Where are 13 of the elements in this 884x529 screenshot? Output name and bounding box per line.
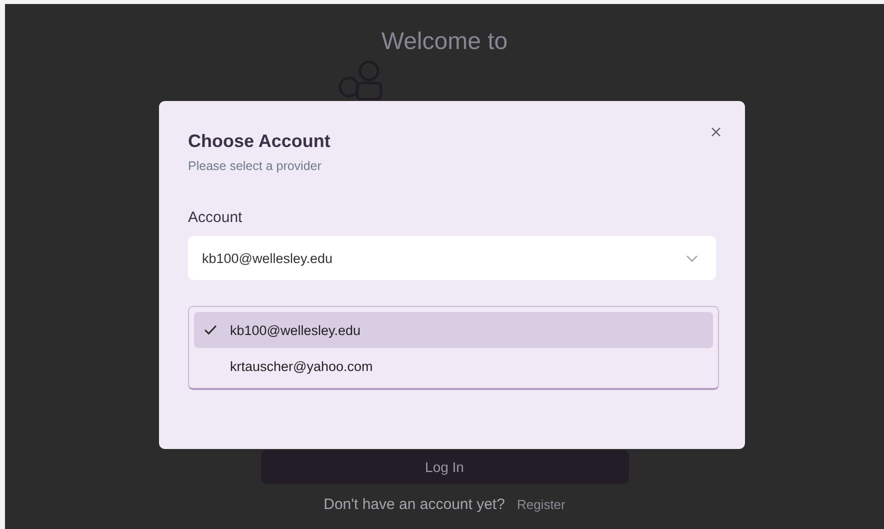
register-link[interactable]: Register	[516, 497, 566, 512]
dialog-subtitle: Please select a provider	[188, 159, 322, 173]
field-label: Account	[188, 209, 244, 226]
chevron-icon	[686, 254, 698, 262]
dialog-title: Choose Account	[188, 131, 332, 152]
welcome-heading: Welcome to	[381, 28, 508, 56]
register-prompt: Don't have an account yet?	[324, 496, 505, 513]
dropdown-option[interactable]: krtauscher@yahoo.com	[194, 348, 713, 384]
account-dropdown[interactable]: kb100@wellesley.edu	[188, 236, 716, 280]
close-icon[interactable]	[709, 125, 723, 139]
dropdown-option[interactable]: kb100@wellesley.edu	[194, 312, 713, 348]
login-button[interactable]: Log In	[260, 450, 628, 484]
check-icon	[204, 325, 217, 335]
